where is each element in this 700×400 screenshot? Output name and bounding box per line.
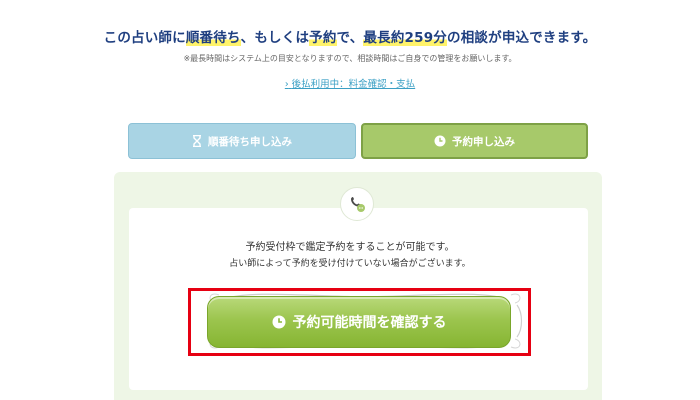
headline: この占い師に順番待ち、もしくは予約で、最長約259分の相談が申込できます。 (0, 26, 700, 46)
tab-reservation-label: 予約申し込み (452, 135, 515, 148)
reservation-disclaimer: 占い師によって予約を受け付けていない場合がございます。 (229, 259, 471, 269)
chevron-right-icon: › (284, 79, 289, 90)
hourglass-icon (193, 135, 201, 147)
headline-wait: 順番待ち (185, 30, 241, 46)
tab-queue-application[interactable]: 順番待ち申し込み (128, 123, 356, 159)
reservation-description: 予約受付枠で鑑定予約をすることが可能です。 (245, 242, 455, 253)
payment-link[interactable]: › 後払利用中：料金確認・支払 (0, 76, 700, 90)
headline-part2: 、もしくは (240, 30, 310, 46)
time-note: ※最長時間はシステム上の目安となりますので、相談時間はご自身での管理をお願いしま… (183, 54, 517, 63)
tab-queue-label: 順番待ち申し込み (208, 135, 292, 148)
payment-link-label: 後払利用中：料金確認・支払 (291, 79, 416, 90)
headline-max: 最長約259分 (363, 30, 448, 46)
headline-part4: の相談が申込できます。 (447, 30, 597, 46)
tab-reservation-application[interactable]: 予約申し込み (361, 123, 588, 159)
annotation-highlight-box (188, 288, 531, 356)
clock-icon (434, 135, 446, 147)
headline-part3: で、 (336, 30, 364, 46)
headline-part1: この占い師に (103, 30, 186, 46)
headline-reserve: 予約 (309, 30, 337, 46)
phone-chat-icon (340, 187, 374, 221)
